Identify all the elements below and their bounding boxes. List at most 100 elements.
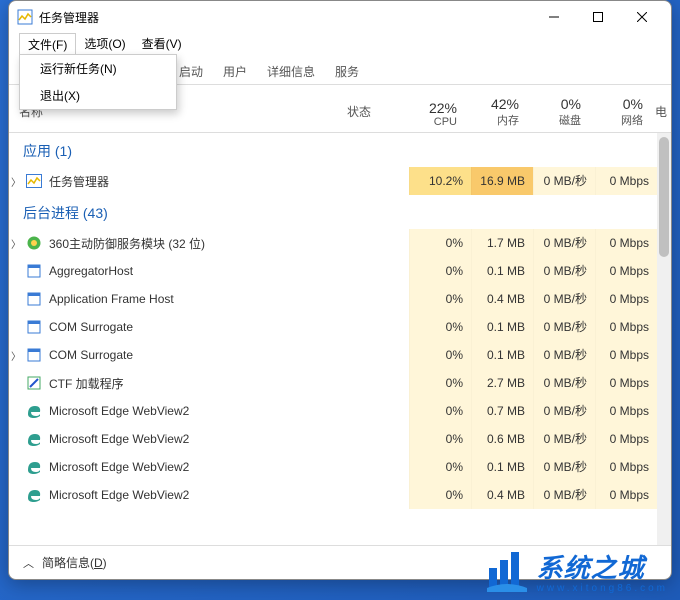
col-disk[interactable]: 0%磁盘: [527, 85, 589, 132]
menu-exit[interactable]: 退出(X): [20, 82, 176, 109]
menu-run-new-task[interactable]: 运行新任务(N): [20, 55, 176, 82]
mem-cell: 0.6 MB: [471, 425, 533, 453]
process-name: Microsoft Edge WebView2: [49, 404, 353, 418]
cpu-cell: 0%: [409, 341, 471, 369]
col-cpu[interactable]: 22%CPU: [403, 85, 465, 132]
process-row[interactable]: 〉360主动防御服务模块 (32 位)0%1.7 MB0 MB/秒0 Mbps: [9, 229, 657, 257]
net-cell: 0 Mbps: [595, 425, 657, 453]
process-name: CTF 加载程序: [49, 375, 353, 392]
cpu-cell: 0%: [409, 453, 471, 481]
app-icon: [17, 9, 33, 25]
cpu-cell: 10.2%: [409, 167, 471, 195]
watermark-url: www.xitong86.com: [537, 583, 668, 594]
net-cell: 0 Mbps: [595, 369, 657, 397]
mem-cell: 0.1 MB: [471, 313, 533, 341]
expand-icon[interactable]: 〉: [9, 236, 23, 251]
mem-cell: 0.1 MB: [471, 257, 533, 285]
process-icon: [25, 487, 43, 503]
process-row[interactable]: Microsoft Edge WebView2 0%0.4 MB0 MB/秒0 M…: [9, 481, 657, 509]
process-row[interactable]: COM Surrogate0%0.1 MB0 MB/秒0 Mbps: [9, 313, 657, 341]
process-row[interactable]: Microsoft Edge WebView20%0.1 MB0 MB/秒0 M…: [9, 453, 657, 481]
process-row[interactable]: AggregatorHost0%0.1 MB0 MB/秒0 Mbps: [9, 257, 657, 285]
disk-cell: 0 MB/秒: [533, 167, 595, 195]
net-cell: 0 Mbps: [595, 167, 657, 195]
mem-cell: 16.9 MB: [471, 167, 533, 195]
cpu-cell: 0%: [409, 369, 471, 397]
process-name: Microsoft Edge WebView2: [49, 488, 353, 502]
cpu-cell: 0%: [409, 257, 471, 285]
disk-cell: 0 MB/秒: [533, 453, 595, 481]
window-title: 任务管理器: [39, 9, 533, 26]
col-status[interactable]: 状态: [347, 85, 403, 132]
process-icon: [25, 403, 43, 419]
col-power[interactable]: 电: [651, 85, 671, 132]
disk-cell: 0 MB/秒: [533, 397, 595, 425]
watermark-logo-icon: [483, 550, 531, 592]
disk-cell: 0 MB/秒: [533, 257, 595, 285]
process-icon: [25, 431, 43, 447]
chevron-up-icon[interactable]: ︿: [23, 555, 34, 571]
process-name: COM Surrogate: [49, 348, 353, 362]
minimize-button[interactable]: [533, 3, 575, 31]
menu-file[interactable]: 文件(F): [19, 33, 76, 55]
disk-cell: 0 MB/秒: [533, 425, 595, 453]
net-cell: 0 Mbps: [595, 313, 657, 341]
process-name: 任务管理器: [49, 173, 353, 190]
process-list: 应用 (1)〉任务管理器10.2%16.9 MB0 MB/秒0 Mbps后台进程…: [9, 133, 671, 545]
menu-view[interactable]: 查看(V): [134, 33, 190, 55]
mem-cell: 0.7 MB: [471, 397, 533, 425]
net-cell: 0 Mbps: [595, 397, 657, 425]
menu-options[interactable]: 选项(O): [76, 33, 133, 55]
process-name: COM Surrogate: [49, 320, 353, 334]
process-name: 360主动防御服务模块 (32 位): [49, 235, 353, 252]
cpu-cell: 0%: [409, 425, 471, 453]
watermark-name: 系统之城: [537, 548, 668, 585]
close-button[interactable]: [621, 3, 663, 31]
tab-details[interactable]: 详细信息: [257, 59, 325, 84]
col-network[interactable]: 0%网络: [589, 85, 651, 132]
process-row[interactable]: Application Frame Host 0%0.4 MB0 MB/秒0 Mb…: [9, 285, 657, 313]
disk-cell: 0 MB/秒: [533, 481, 595, 509]
scrollbar[interactable]: [657, 133, 671, 545]
task-manager-window: 任务管理器 文件(F) 选项(O) 查看(V) 运行新任务(N) 退出(X) 启…: [8, 0, 672, 580]
apps-section-header: 应用 (1): [9, 133, 657, 167]
process-row[interactable]: Microsoft Edge WebView20%0.6 MB0 MB/秒0 M…: [9, 425, 657, 453]
file-dropdown: 运行新任务(N) 退出(X): [19, 54, 177, 110]
net-cell: 0 Mbps: [595, 285, 657, 313]
scrollbar-thumb[interactable]: [659, 137, 669, 257]
tab-users[interactable]: 用户: [213, 59, 257, 84]
process-row[interactable]: 〉 任务管理器 10.2%16.9 MB0 MB/秒0 Mbps: [9, 167, 657, 195]
disk-cell: 0 MB/秒: [533, 369, 595, 397]
cpu-cell: 0%: [409, 285, 471, 313]
maximize-button[interactable]: [577, 3, 619, 31]
mem-cell: 0.1 MB: [471, 341, 533, 369]
disk-cell: 0 MB/秒: [533, 341, 595, 369]
net-cell: 0 Mbps: [595, 453, 657, 481]
net-cell: 0 Mbps: [595, 229, 657, 257]
fewer-details-link[interactable]: 简略信息(D): [42, 554, 107, 571]
process-icon: [25, 347, 43, 363]
expand-icon[interactable]: 〉: [9, 174, 23, 189]
process-name: Application Frame Host: [49, 292, 353, 306]
process-row[interactable]: Microsoft Edge WebView2 0%0.7 MB0 MB/秒0 M…: [9, 397, 657, 425]
cpu-cell: 0%: [409, 397, 471, 425]
process-name: Microsoft Edge WebView2: [49, 460, 353, 474]
process-icon: [25, 291, 43, 307]
tab-services[interactable]: 服务: [325, 59, 369, 84]
expand-icon[interactable]: 〉: [9, 348, 23, 363]
watermark: 系统之城 www.xitong86.com: [483, 548, 668, 594]
net-cell: 0 Mbps: [595, 481, 657, 509]
process-icon: [25, 319, 43, 335]
col-memory[interactable]: 42%内存: [465, 85, 527, 132]
process-row[interactable]: 〉COM Surrogate0%0.1 MB0 MB/秒0 Mbps: [9, 341, 657, 369]
cpu-cell: 0%: [409, 481, 471, 509]
process-row[interactable]: CTF 加载程序0%2.7 MB0 MB/秒0 Mbps: [9, 369, 657, 397]
mem-cell: 0.4 MB: [471, 481, 533, 509]
menubar: 文件(F) 选项(O) 查看(V) 运行新任务(N) 退出(X): [9, 33, 671, 55]
process-icon: [25, 263, 43, 279]
disk-cell: 0 MB/秒: [533, 285, 595, 313]
mem-cell: 0.4 MB: [471, 285, 533, 313]
titlebar[interactable]: 任务管理器: [9, 1, 671, 33]
process-icon: [25, 235, 43, 251]
cpu-cell: 0%: [409, 229, 471, 257]
